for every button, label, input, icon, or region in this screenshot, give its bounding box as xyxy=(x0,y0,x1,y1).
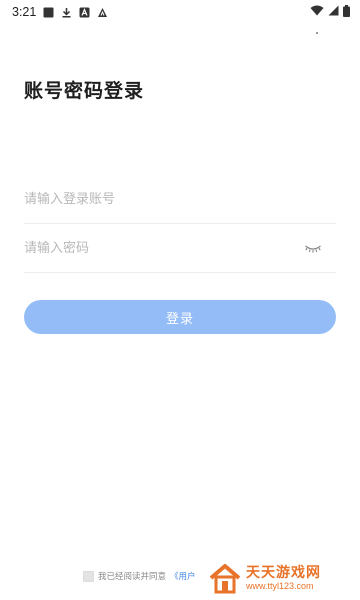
download-icon xyxy=(60,6,72,18)
watermark-title: 天天游戏网 xyxy=(246,565,321,582)
agreement-checkbox[interactable] xyxy=(83,570,94,582)
account-field xyxy=(24,176,336,224)
gallery-icon xyxy=(42,6,54,18)
eye-closed-icon[interactable] xyxy=(304,241,322,255)
a-box-icon xyxy=(78,6,90,18)
watermark: 天天游戏网 www.ttyl123.com xyxy=(208,560,356,598)
camera-dot xyxy=(316,32,318,34)
agreement-row: 我已经阅读并同意 《用户 xyxy=(83,570,196,582)
watermark-text: 天天游戏网 www.ttyl123.com xyxy=(246,565,321,591)
a-triangle-icon xyxy=(96,6,108,18)
account-input[interactable] xyxy=(24,176,294,223)
status-time: 3:21 xyxy=(12,5,37,19)
battery-icon xyxy=(343,4,350,20)
status-bar-right xyxy=(310,4,350,20)
wifi-icon xyxy=(310,5,324,19)
agreement-text: 我已经阅读并同意 xyxy=(98,572,167,582)
page-title: 账号密码登录 xyxy=(24,80,145,102)
status-bar-left: 3:21 xyxy=(12,5,108,19)
status-bar: 3:21 xyxy=(0,0,360,24)
login-page: 3:21 账号密码登录 请输入登录账号 登录 我已经阅读并同意 《用户 天天游戏… xyxy=(0,0,360,600)
watermark-logo-icon xyxy=(208,562,242,596)
password-field xyxy=(24,225,336,273)
login-button[interactable]: 登录 xyxy=(24,300,336,334)
user-agreement-link[interactable]: 《用户 xyxy=(170,570,196,582)
password-input[interactable] xyxy=(24,225,294,272)
signal-icon xyxy=(328,5,339,19)
watermark-url: www.ttyl123.com xyxy=(246,580,314,591)
